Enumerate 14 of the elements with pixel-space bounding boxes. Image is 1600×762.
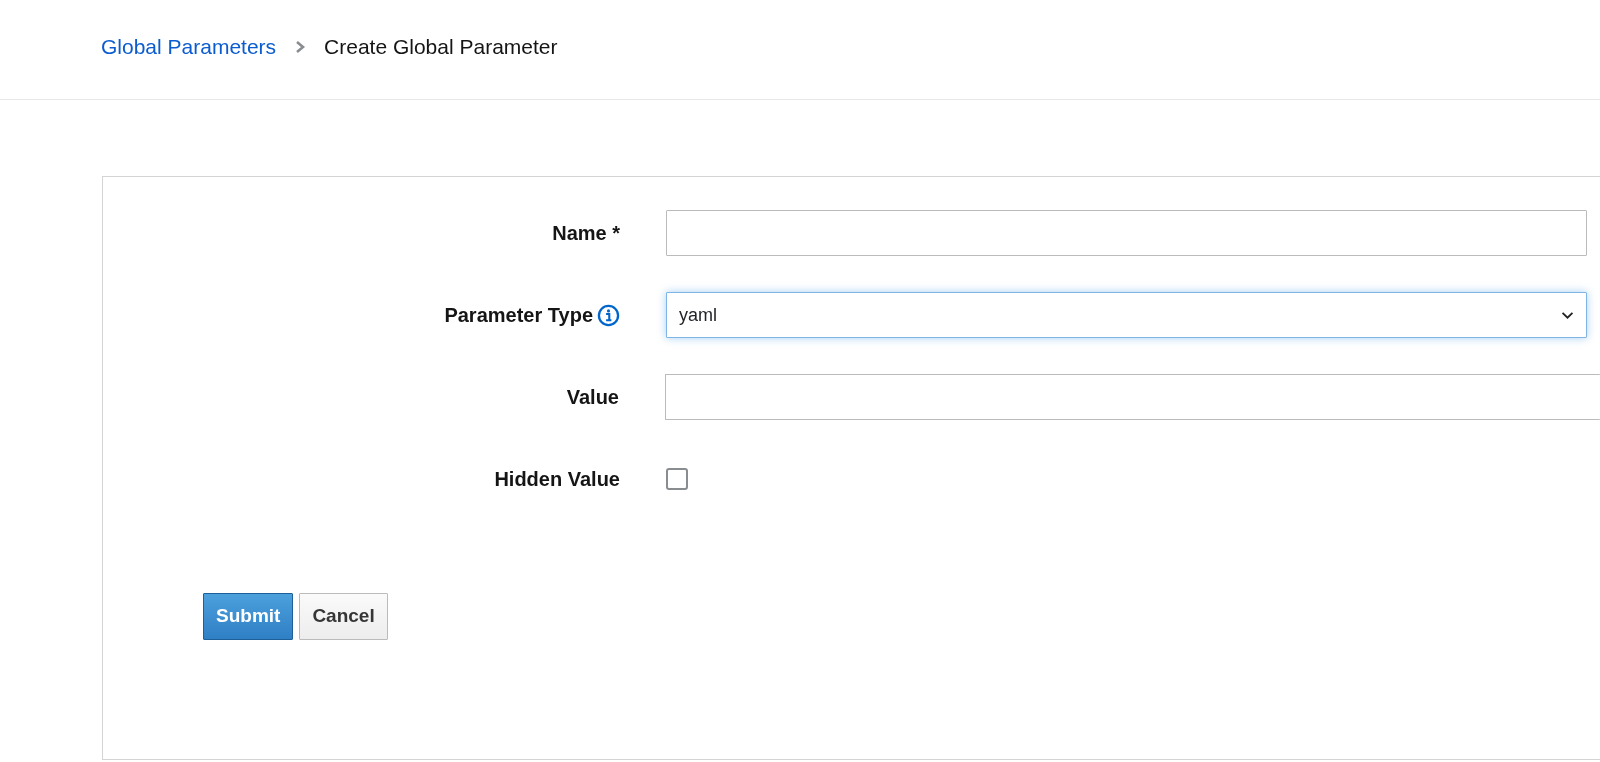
text-input[interactable]: [666, 210, 1587, 256]
field-label: Hidden Value: [494, 467, 620, 492]
field-label: Name *: [552, 221, 620, 246]
chevron-right-icon: [294, 39, 307, 54]
field-label: Value: [566, 385, 619, 410]
select-field[interactable]: yaml: [666, 292, 1587, 338]
cancel-button[interactable]: Cancel: [299, 593, 388, 640]
breadcrumb-current: Create Global Parameter: [324, 33, 558, 60]
checkbox[interactable]: [666, 468, 688, 490]
chevron-down-icon: [1561, 310, 1574, 320]
text-input[interactable]: [665, 374, 1600, 420]
info-icon[interactable]: [597, 303, 620, 327]
breadcrumb-link[interactable]: Global Parameters: [101, 30, 277, 63]
field-label: Parameter Type: [444, 303, 593, 328]
